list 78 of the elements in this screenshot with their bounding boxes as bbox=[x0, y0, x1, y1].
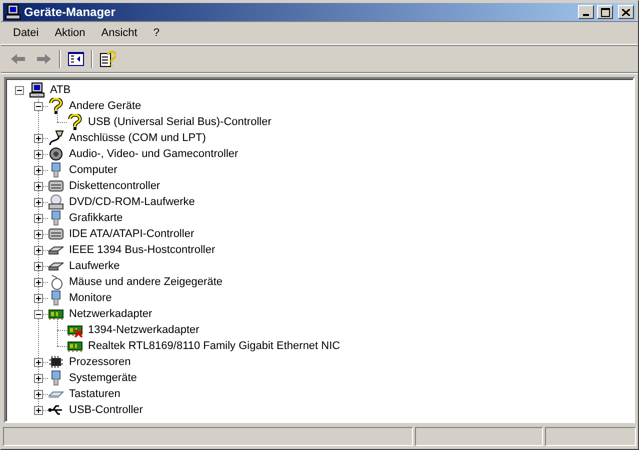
plus-icon bbox=[35, 262, 42, 270]
tree-item[interactable]: Netzwerkadapter bbox=[66, 308, 156, 320]
plus-icon bbox=[35, 358, 42, 366]
plus-icon bbox=[35, 214, 42, 222]
tree-item[interactable]: Audio-, Video- und Gamecontroller bbox=[66, 148, 242, 160]
disc-drive-icon bbox=[48, 194, 64, 210]
plus-icon bbox=[35, 166, 42, 174]
panel-icon bbox=[68, 52, 84, 66]
close-button[interactable] bbox=[618, 5, 634, 19]
question-mark-icon bbox=[67, 114, 83, 130]
plus-icon bbox=[35, 134, 42, 142]
expand-toggle[interactable] bbox=[34, 374, 43, 382]
tree-item[interactable]: Mäuse und andere Zeigegeräte bbox=[66, 276, 226, 288]
tree-item[interactable]: Anschlüsse (COM und LPT) bbox=[66, 132, 209, 144]
expand-toggle[interactable] bbox=[34, 390, 43, 398]
expand-toggle[interactable] bbox=[34, 294, 43, 302]
minimize-button[interactable] bbox=[578, 5, 594, 19]
drive-bay-icon bbox=[48, 178, 64, 194]
tree-item[interactable]: Realtek RTL8169/8110 Family Gigabit Ethernet NIC bbox=[85, 340, 344, 352]
tree-item[interactable]: Prozessoren bbox=[66, 356, 134, 368]
tree-item[interactable]: IDE ATA/ATAPI-Controller bbox=[66, 228, 198, 240]
tree-item[interactable]: Diskettencontroller bbox=[66, 180, 164, 192]
plus-icon bbox=[35, 294, 42, 302]
expand-toggle[interactable] bbox=[34, 134, 43, 142]
computer-icon bbox=[5, 4, 21, 20]
plus-icon bbox=[35, 374, 42, 382]
tree-item[interactable]: Grafikkarte bbox=[66, 212, 126, 224]
close-icon bbox=[622, 8, 630, 16]
tree-item[interactable]: Laufwerke bbox=[66, 260, 123, 272]
drive-bay-icon bbox=[48, 226, 64, 242]
tree-item[interactable]: USB-Controller bbox=[66, 404, 146, 416]
collapse-toggle[interactable] bbox=[34, 310, 43, 318]
speaker-icon bbox=[48, 146, 64, 162]
tree-item[interactable]: USB (Universal Serial Bus)-Controller bbox=[85, 116, 274, 128]
expand-toggle[interactable] bbox=[34, 246, 43, 254]
expand-toggle[interactable] bbox=[34, 262, 43, 270]
left-arrow-icon bbox=[11, 54, 25, 64]
expand-toggle[interactable] bbox=[34, 278, 43, 286]
plus-icon bbox=[35, 182, 42, 190]
collapse-toggle[interactable] bbox=[34, 102, 43, 110]
tree-item[interactable]: Monitore bbox=[66, 292, 115, 304]
tree-item[interactable]: IEEE 1394 Bus-Hostcontroller bbox=[66, 244, 218, 256]
cable-plug-icon bbox=[48, 130, 64, 146]
plus-icon bbox=[35, 246, 42, 254]
plus-icon bbox=[35, 198, 42, 206]
plus-icon bbox=[35, 230, 42, 238]
tree-item[interactable]: Tastaturen bbox=[66, 388, 124, 400]
menu-item[interactable]: Ansicht bbox=[93, 25, 146, 41]
expand-toggle[interactable] bbox=[34, 406, 43, 414]
expand-toggle[interactable] bbox=[34, 182, 43, 190]
expand-toggle[interactable] bbox=[34, 230, 43, 238]
tree-item[interactable]: Andere Geräte bbox=[66, 100, 144, 112]
help-sheet-icon bbox=[100, 51, 116, 67]
plus-icon bbox=[35, 150, 42, 158]
expand-toggle[interactable] bbox=[34, 358, 43, 366]
collapse-toggle[interactable] bbox=[15, 86, 24, 94]
tree-item[interactable]: Systemgeräte bbox=[66, 372, 140, 384]
chip-icon bbox=[48, 354, 64, 370]
menu-item[interactable]: Datei bbox=[5, 25, 47, 41]
window-title: Geräte-Manager bbox=[24, 5, 116, 19]
tree-item[interactable]: Computer bbox=[66, 164, 120, 176]
menu-item[interactable]: ? bbox=[145, 25, 168, 41]
properties-button[interactable] bbox=[97, 49, 119, 69]
question-mark-icon bbox=[48, 98, 64, 114]
right-arrow-icon bbox=[37, 54, 51, 64]
maximize-button[interactable] bbox=[597, 5, 613, 19]
tree-item[interactable]: DVD/CD-ROM-Laufwerke bbox=[66, 196, 198, 208]
expand-toggle[interactable] bbox=[34, 198, 43, 206]
maximize-icon bbox=[600, 8, 610, 16]
expand-toggle[interactable] bbox=[34, 150, 43, 158]
plus-icon bbox=[35, 390, 42, 398]
menu-item[interactable]: Aktion bbox=[46, 25, 94, 41]
computer-icon bbox=[29, 82, 45, 98]
expand-toggle[interactable] bbox=[34, 214, 43, 222]
expand-toggle[interactable] bbox=[34, 166, 43, 174]
plus-icon bbox=[35, 278, 42, 286]
tree-item[interactable]: ATB bbox=[47, 84, 74, 96]
plus-icon bbox=[35, 406, 42, 414]
